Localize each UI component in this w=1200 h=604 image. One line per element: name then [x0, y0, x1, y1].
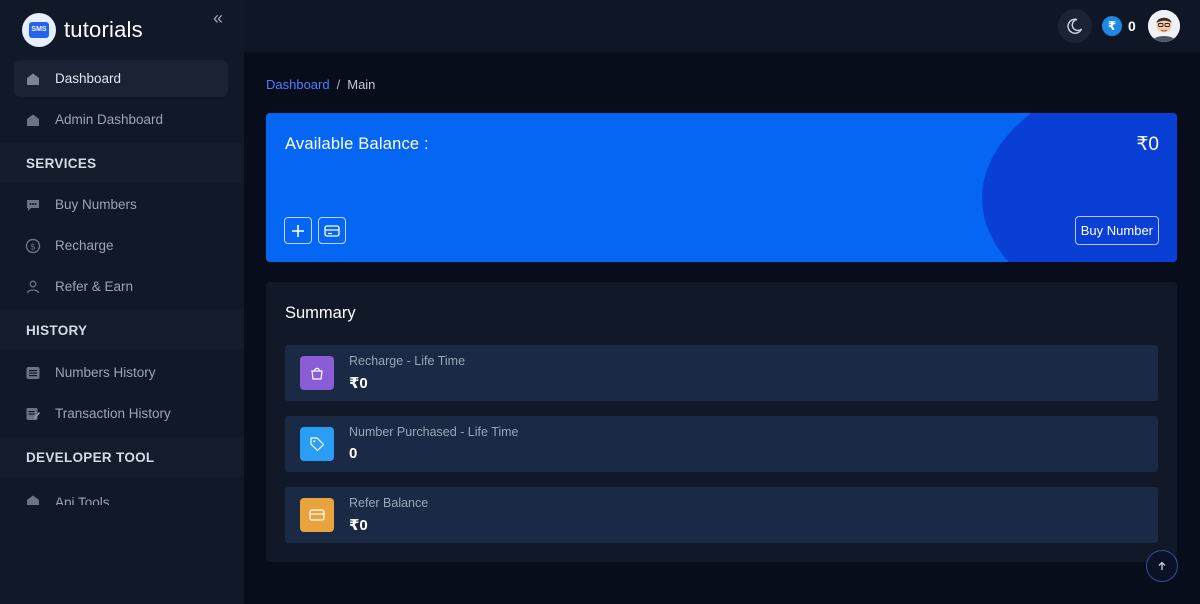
summary-title: Summary — [285, 304, 356, 322]
breadcrumb-link-dashboard[interactable]: Dashboard — [266, 77, 330, 92]
sidebar-item-transaction-history[interactable]: Transaction History — [14, 395, 228, 432]
section-title: DEVELOPER TOOL — [26, 449, 155, 465]
balance-card: Available Balance : ₹0 Buy Number — [266, 113, 1177, 262]
user-avatar-icon — [1148, 10, 1180, 42]
card-button[interactable] — [318, 217, 346, 244]
brand[interactable]: SMS tutorials — [22, 12, 232, 48]
stat-number-purchased: Number Purchased - Life Time 0 — [285, 416, 1158, 472]
sidebar-item-label: Dashboard — [55, 71, 122, 86]
section-services: SERVICES — [0, 143, 244, 183]
sidebar-item-dashboard[interactable]: Dashboard — [14, 60, 228, 97]
stat-label: Recharge - Life Time — [349, 354, 466, 368]
sidebar: SMS tutorials « Dashboard Admin Dashboar… — [0, 0, 244, 604]
sidebar-item-label: Recharge — [55, 238, 114, 253]
sidebar-item-label: Admin Dashboard — [55, 112, 164, 127]
stat-label: Number Purchased - Life Time — [349, 425, 519, 439]
breadcrumb: Dashboard / Main — [266, 77, 375, 92]
sidebar-item-recharge[interactable]: $ Recharge — [14, 227, 228, 264]
logo: SMS — [22, 13, 56, 47]
card-icon — [324, 224, 340, 237]
stat-value: ₹0 — [349, 375, 368, 392]
brand-name: tutorials — [64, 17, 143, 42]
wallet-value: 0 — [1128, 18, 1136, 34]
home-icon — [27, 73, 39, 85]
sidebar-item-api-tools[interactable]: Api Tools — [14, 491, 228, 505]
breadcrumb-separator: / — [336, 77, 341, 92]
dollar-coin-icon: $ — [25, 238, 41, 253]
avatar[interactable] — [1148, 10, 1180, 42]
balance-title: Available Balance : — [285, 135, 429, 153]
stat-refer-balance: Refer Balance ₹0 — [285, 487, 1158, 543]
add-funds-button[interactable] — [284, 217, 312, 244]
plus-icon — [292, 224, 304, 237]
edit-document-icon — [26, 407, 40, 420]
tag-icon — [310, 437, 325, 452]
sidebar-item-label: Buy Numbers — [55, 197, 137, 212]
theme-toggle-button[interactable] — [1058, 9, 1092, 43]
rupee-icon: ₹ — [1102, 16, 1122, 36]
breadcrumb-current: Main — [347, 77, 376, 92]
sidebar-item-buy-numbers[interactable]: Buy Numbers — [14, 186, 228, 223]
home-icon — [27, 495, 39, 505]
section-title: SERVICES — [26, 155, 97, 171]
section-developer-tool: DEVELOPER TOOL — [0, 437, 244, 477]
list-icon — [26, 366, 40, 379]
home-icon — [27, 114, 39, 126]
buy-number-button[interactable]: Buy Number — [1074, 216, 1159, 245]
double-chevron-left-icon[interactable]: « — [208, 8, 228, 28]
sidebar-item-label: Transaction History — [55, 406, 171, 421]
section-title: HISTORY — [26, 322, 88, 338]
section-history: HISTORY — [0, 310, 244, 350]
users-icon — [26, 280, 40, 293]
stat-label: Refer Balance — [349, 496, 429, 510]
bag-icon — [311, 367, 323, 380]
scroll-to-top-button[interactable] — [1146, 550, 1178, 582]
topbar: ₹ 0 — [244, 0, 1200, 53]
chat-icon — [27, 199, 39, 211]
stat-icon-box — [300, 427, 334, 461]
app: SMS tutorials « Dashboard Admin Dashboar… — [0, 0, 1200, 604]
stat-icon-box — [300, 356, 334, 390]
stat-value: ₹0 — [349, 517, 368, 534]
stat-recharge-lifetime: Recharge - Life Time ₹0 — [285, 345, 1158, 401]
card-icon — [309, 509, 325, 521]
sidebar-item-admin-dashboard[interactable]: Admin Dashboard — [14, 101, 228, 138]
wallet-balance[interactable]: ₹ 0 — [1102, 13, 1136, 39]
moon-icon — [1067, 18, 1083, 34]
sidebar-item-label: Numbers History — [55, 365, 156, 380]
arrow-up-icon — [1158, 561, 1166, 570]
logo-badge: SMS — [29, 22, 49, 38]
stat-value: 0 — [349, 445, 358, 462]
summary-card: Summary Recharge - Life Time ₹0 Number P… — [266, 282, 1177, 562]
sidebar-item-label: Api Tools — [55, 494, 110, 506]
stat-icon-box — [300, 498, 334, 532]
svg-text:$: $ — [30, 242, 36, 252]
balance-amount: ₹0 — [1136, 134, 1159, 155]
sidebar-item-refer-earn[interactable]: Refer & Earn — [14, 268, 228, 305]
sidebar-item-label: Refer & Earn — [55, 279, 134, 294]
sidebar-item-numbers-history[interactable]: Numbers History — [14, 354, 228, 391]
